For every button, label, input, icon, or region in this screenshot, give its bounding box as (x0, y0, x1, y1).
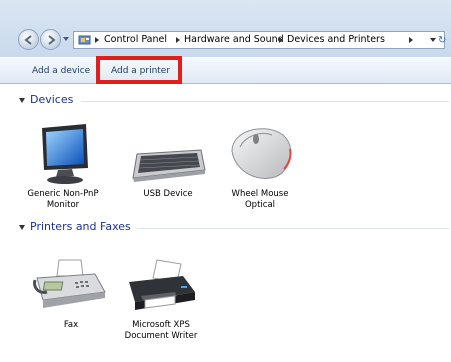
forward-button[interactable] (40, 29, 61, 50)
collapse-arrow-icon[interactable] (19, 225, 25, 230)
breadcrumb-separator-icon[interactable] (279, 37, 283, 43)
recent-pages-dropdown-icon[interactable] (63, 37, 69, 41)
breadcrumb-separator-icon[interactable] (176, 37, 180, 43)
back-button[interactable] (18, 29, 39, 50)
group-divider (81, 101, 449, 102)
address-dropdown-icon[interactable] (430, 38, 436, 42)
address-bar: Control Panel Hardware and Sound Devices… (0, 0, 451, 57)
group-title: Devices (30, 93, 74, 106)
breadcrumb-control-panel[interactable]: Control Panel (104, 34, 167, 45)
device-label: USB Device (143, 189, 193, 199)
group-divider (137, 228, 449, 229)
back-arrow-icon (24, 35, 32, 45)
group-header-devices[interactable]: Devices (19, 93, 449, 108)
command-bar: Add a device Add a printer (0, 57, 451, 84)
mouse-icon (231, 128, 292, 179)
highlight-annotation (96, 56, 182, 84)
device-item-mouse[interactable]: Wheel Mouse Optical (218, 118, 302, 216)
keyboard-icon (132, 149, 206, 182)
monitor-icon (42, 124, 88, 184)
device-label: Generic Non-PnP Monitor (27, 189, 99, 210)
breadcrumb-hardware-and-sound[interactable]: Hardware and Sound (184, 34, 284, 45)
group-title: Printers and Faxes (30, 220, 131, 233)
device-item-monitor[interactable]: Generic Non-PnP Monitor (21, 118, 105, 216)
fax-icon (33, 259, 106, 308)
device-item-usb-device[interactable]: USB Device (126, 118, 210, 216)
breadcrumb-separator-icon[interactable] (95, 37, 99, 43)
collapse-arrow-icon[interactable] (19, 98, 25, 103)
forward-arrow-icon (48, 35, 56, 45)
breadcrumb-separator-icon[interactable] (409, 37, 413, 43)
device-label: Wheel Mouse Optical (231, 189, 289, 210)
device-label: Fax (63, 320, 79, 330)
device-label: Microsoft XPS Document Writer (124, 320, 198, 341)
refresh-icon[interactable]: ↻ (438, 35, 446, 46)
group-header-printers-and-faxes[interactable]: Printers and Faxes (19, 220, 449, 235)
breadcrumb-devices-and-printers[interactable]: Devices and Printers (287, 34, 385, 45)
add-device-button[interactable]: Add a device (32, 66, 90, 76)
control-panel-icon (78, 35, 91, 45)
address-box[interactable]: Control Panel Hardware and Sound Devices… (73, 31, 446, 49)
printer-icon (129, 259, 195, 310)
device-item-xps-document-writer[interactable]: Microsoft XPS Document Writer (118, 254, 204, 346)
device-item-fax[interactable]: Fax (29, 254, 113, 334)
